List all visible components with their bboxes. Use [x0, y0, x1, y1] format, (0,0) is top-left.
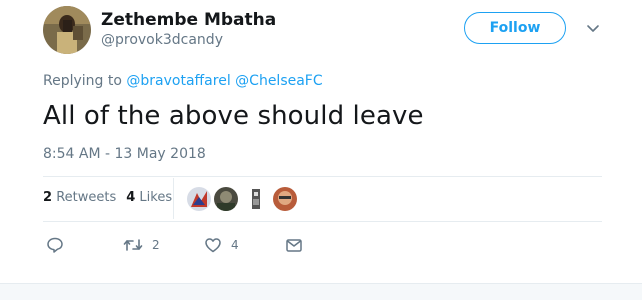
author-avatar[interactable] [43, 6, 91, 54]
liker-avatar[interactable] [186, 186, 212, 212]
tweet-text: All of the above should leave [43, 101, 424, 131]
chevron-down-icon[interactable] [585, 20, 601, 36]
liker-avatar[interactable] [213, 186, 239, 212]
reply-icon [47, 237, 63, 253]
replying-to: Replying to @bravotaffarel @ChelseaFC [43, 73, 323, 89]
footer-band [0, 283, 642, 300]
direct-message-button[interactable] [285, 236, 303, 254]
author-name[interactable]: Zethembe Mbatha [101, 10, 276, 30]
retweet-icon [123, 239, 143, 251]
retweet-button[interactable]: 2 [123, 236, 160, 254]
stats-separator [173, 178, 174, 219]
likes-count: 4 [126, 190, 136, 205]
mention-link[interactable]: @bravotaffarel [126, 73, 230, 89]
tweet-timestamp[interactable]: 8:54 AM - 13 May 2018 [43, 146, 206, 162]
divider [43, 176, 602, 177]
author-handle[interactable]: @provok3dcandy [101, 32, 223, 48]
avatar-image [43, 6, 91, 54]
heart-icon [205, 238, 221, 253]
tweet-stats: 2 Retweets 4 Likes [43, 190, 172, 205]
reply-button[interactable] [46, 236, 64, 254]
replying-prefix: Replying to [43, 73, 122, 89]
retweets-count: 2 [43, 190, 53, 205]
divider [43, 221, 602, 222]
liker-avatar[interactable] [272, 186, 298, 212]
retweet-count: 2 [152, 238, 160, 252]
like-count: 4 [231, 238, 239, 252]
retweets-stat[interactable]: 2 Retweets [43, 190, 116, 205]
retweets-label: Retweets [56, 190, 117, 205]
like-button[interactable]: 4 [204, 236, 239, 254]
tweet-card: Zethembe Mbatha @provok3dcandy Follow Re… [0, 0, 642, 283]
mention-link[interactable]: @ChelseaFC [235, 73, 322, 89]
follow-button[interactable]: Follow [464, 12, 566, 44]
likes-label: Likes [139, 190, 173, 205]
likes-stat[interactable]: 4 Likes [126, 190, 172, 205]
envelope-icon [286, 239, 302, 252]
liker-avatar[interactable] [243, 186, 269, 212]
